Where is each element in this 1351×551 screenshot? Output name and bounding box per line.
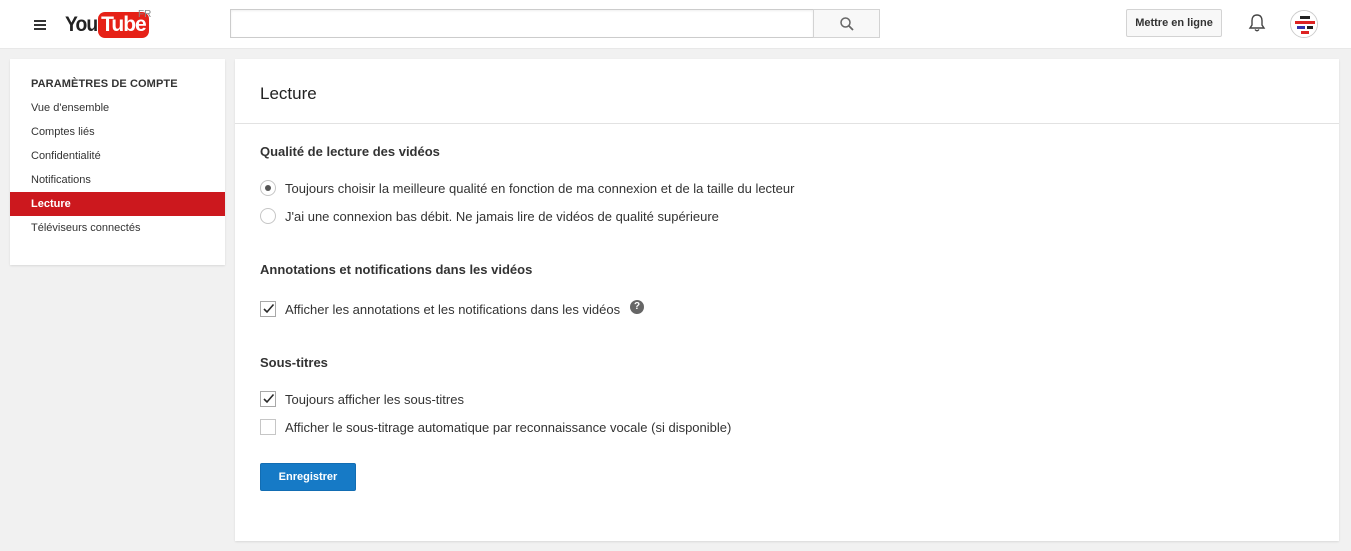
auto-captions-label[interactable]: Afficher le sous-titrage automatique par…	[285, 420, 731, 435]
quality-best-radio[interactable]	[260, 180, 276, 196]
subtitles-section-title: Sous-titres	[260, 355, 328, 370]
sidebar-item-privacy[interactable]: Confidentialité	[10, 144, 225, 168]
youtube-logo[interactable]: You Tube FR	[65, 9, 152, 38]
page-title: Lecture	[260, 84, 317, 103]
sidebar-item-overview[interactable]: Vue d'ensemble	[10, 96, 225, 120]
annotations-checkbox[interactable]	[260, 301, 276, 317]
help-icon[interactable]: ?	[630, 300, 644, 314]
checkmark-icon	[263, 303, 275, 314]
account-settings-nav: PARAMÈTRES DE COMPTE Vue d'ensemble Comp…	[10, 59, 225, 265]
avatar[interactable]	[1290, 10, 1318, 38]
logo-country-code: FR	[138, 9, 152, 20]
always-subtitles-label[interactable]: Toujours afficher les sous-titres	[285, 392, 464, 407]
auto-captions-checkbox[interactable]	[260, 419, 276, 435]
search-input[interactable]	[230, 9, 814, 38]
avatar-image	[1291, 11, 1317, 37]
sidebar-item-connected-tvs[interactable]: Téléviseurs connectés	[10, 216, 225, 240]
sidebar-item-linked-accounts[interactable]: Comptes liés	[10, 120, 225, 144]
quality-section-title: Qualité de lecture des vidéos	[260, 144, 440, 159]
search-button[interactable]	[813, 9, 880, 38]
upload-button[interactable]: Mettre en ligne	[1126, 9, 1222, 37]
divider	[235, 123, 1339, 124]
quality-low-bandwidth-radio[interactable]	[260, 208, 276, 224]
save-button[interactable]: Enregistrer	[260, 463, 356, 491]
quality-best-label[interactable]: Toujours choisir la meilleure qualité en…	[285, 181, 794, 196]
masthead: You Tube FR Mettre en ligne	[0, 0, 1351, 49]
sidebar-item-notifications[interactable]: Notifications	[10, 168, 225, 192]
annotations-label[interactable]: Afficher les annotations et les notifica…	[285, 302, 620, 317]
nav-heading: PARAMÈTRES DE COMPTE	[31, 78, 178, 90]
logo-you-text: You	[65, 13, 98, 36]
always-subtitles-checkbox[interactable]	[260, 391, 276, 407]
quality-low-bandwidth-label[interactable]: J'ai une connexion bas débit. Ne jamais …	[285, 209, 719, 224]
menu-icon[interactable]	[32, 16, 50, 32]
notifications-button[interactable]	[1246, 12, 1268, 34]
playback-settings-panel: Lecture Qualité de lecture des vidéos To…	[235, 59, 1339, 541]
checkmark-icon	[263, 393, 275, 404]
annotations-section-title: Annotations et notifications dans les vi…	[260, 262, 533, 277]
sidebar-item-playback[interactable]: Lecture	[10, 192, 225, 216]
bell-icon	[1248, 14, 1266, 32]
search-icon	[840, 17, 854, 31]
